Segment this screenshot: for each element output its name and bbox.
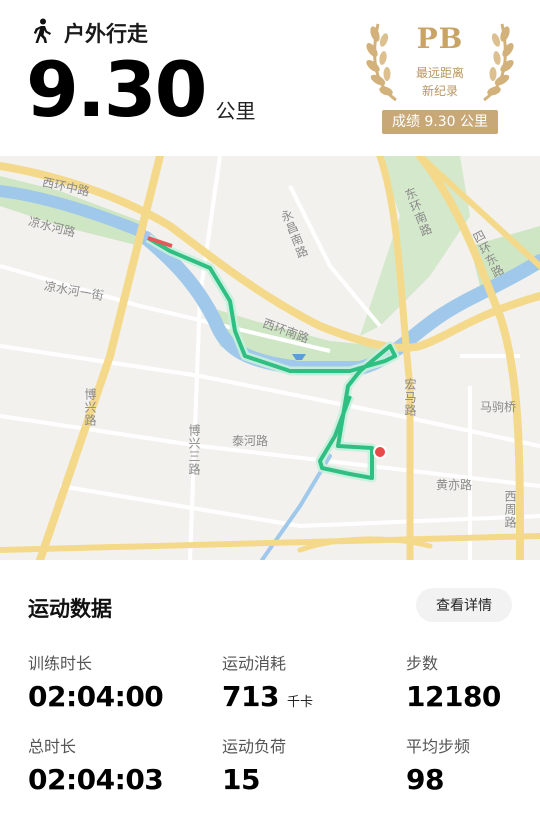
walking-person-icon	[30, 18, 54, 48]
stat-value: 98	[406, 763, 444, 796]
stat-value: 12180	[406, 680, 501, 713]
map-label-boxingsanlu: 博兴三路	[187, 424, 201, 476]
map-canvas	[0, 156, 540, 560]
stat-label: 运动消耗	[222, 654, 287, 673]
stat-label: 运动负荷	[222, 737, 287, 756]
stat-total-duration: 总时长 02:04:03	[28, 733, 164, 796]
distance-display: 9.30 公里	[26, 52, 256, 128]
distance-value: 9.30	[26, 45, 208, 134]
pb-title: PB	[416, 22, 464, 55]
stat-calories: 运动消耗 713 千卡	[222, 650, 313, 713]
pb-badge[interactable]: PB 最远距离 新纪录 成绩 9.30 公里	[362, 16, 518, 136]
stat-label: 总时长	[28, 737, 77, 756]
workout-stats: 运动数据 查看详情 训练时长 02:04:00 运动消耗 713 千卡 步数 1…	[0, 560, 540, 838]
stat-label: 训练时长	[28, 654, 93, 673]
pb-result: 成绩 9.30 公里	[382, 110, 498, 134]
stat-training-load: 运动负荷 15	[222, 733, 286, 796]
distance-unit: 公里	[215, 99, 256, 123]
end-marker-icon	[375, 447, 385, 457]
stat-value: 15	[222, 763, 260, 796]
map-label-boxinglu: 博兴路	[83, 388, 97, 427]
activity-label: 户外行走	[64, 22, 148, 46]
pb-record-type: 最远距离	[415, 66, 464, 80]
stat-training-duration: 训练时长 02:04:00	[28, 650, 164, 713]
route-map[interactable]: 西环中路 凉水河路 凉水河一街 博兴路 博兴三路 泰河路 西环南路 永昌南路 东…	[0, 156, 540, 560]
stat-value: 02:04:03	[28, 763, 164, 796]
pb-record-note: 新纪录	[421, 84, 458, 98]
map-label-xizhoulu: 西周路	[503, 490, 517, 529]
stat-unit: 千卡	[286, 695, 313, 710]
stat-label: 步数	[406, 654, 439, 673]
stat-value: 713	[222, 680, 279, 713]
stats-title: 运动数据	[28, 597, 112, 621]
map-label-huangyilu: 黄亦路	[436, 478, 473, 492]
map-label-hongmalu: 宏马路	[403, 378, 417, 417]
map-label-majuqiao: 马驹桥	[480, 400, 517, 414]
map-label-taihelu: 泰河路	[232, 434, 269, 448]
workout-header: 户外行走 9.30 公里 PB 最远距离 新纪录 成绩 9.30 公里	[0, 0, 540, 156]
stat-avg-cadence: 平均步频 98	[406, 733, 470, 796]
view-details-button[interactable]: 查看详情	[416, 588, 512, 622]
stat-steps: 步数 12180	[406, 650, 501, 713]
stat-label: 平均步频	[406, 737, 471, 756]
activity-type: 户外行走	[30, 18, 148, 48]
stat-value: 02:04:00	[28, 680, 164, 713]
